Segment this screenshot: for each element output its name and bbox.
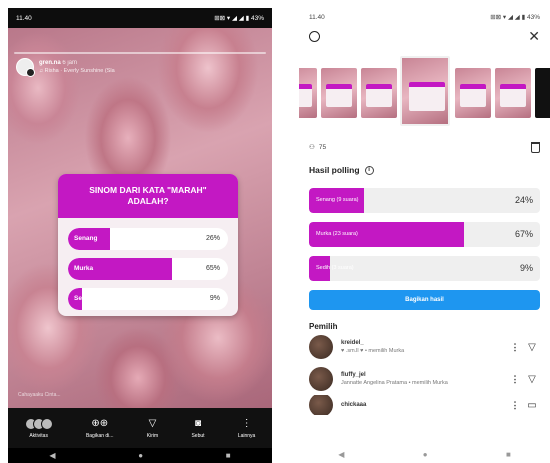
poll-option[interactable]: Sedih 9% bbox=[68, 288, 228, 310]
more-vertical-icon[interactable]: ⋮ bbox=[506, 342, 524, 353]
recents-icon[interactable]: ■ bbox=[506, 450, 511, 459]
poll-result-percent: 24% bbox=[514, 195, 533, 205]
poll-result-percent: 67% bbox=[514, 229, 533, 239]
top-bar: ✕ bbox=[299, 26, 550, 46]
more-vertical-icon: ⋮ bbox=[241, 417, 252, 429]
recents-icon[interactable]: ■ bbox=[226, 451, 231, 460]
poll-question: SINOM DARI KATA "MARAH" ADALAH? bbox=[58, 174, 238, 218]
avatar[interactable] bbox=[309, 335, 333, 359]
back-icon[interactable]: ◀ bbox=[338, 450, 344, 459]
send-icon[interactable]: ▽ bbox=[524, 342, 540, 353]
status-icons: ⊞⊠ ▾ ◢ ◢ ▮ 43% bbox=[214, 15, 264, 22]
story-caption: Cahayaaku Cinta... bbox=[18, 392, 61, 398]
poll-option[interactable]: Murka 65% bbox=[68, 258, 228, 280]
system-nav-bar: ◀ ● ■ bbox=[8, 448, 272, 463]
status-time: 11.40 bbox=[16, 14, 32, 22]
status-time: 11.40 bbox=[309, 13, 325, 21]
story-thumbnail[interactable] bbox=[321, 68, 357, 118]
poll-result-percent: 9% bbox=[519, 263, 533, 273]
viewer-avatars-icon bbox=[24, 417, 53, 430]
mention-button[interactable]: ◙ Sebut bbox=[191, 418, 204, 439]
poll-sticker[interactable]: SINOM DARI KATA "MARAH" ADALAH? Senang 2… bbox=[58, 174, 238, 316]
activity-label: Aktivitas bbox=[29, 432, 48, 439]
trash-icon[interactable] bbox=[531, 141, 540, 153]
poll-results-header: Hasil polling i bbox=[299, 160, 550, 180]
home-icon[interactable]: ● bbox=[423, 450, 428, 459]
share-icon: ⊕⊕ bbox=[91, 417, 109, 429]
poll-result-row[interactable]: Sedih (3 suara) 9% bbox=[309, 256, 540, 281]
poll-results-screen: 11.40 ⊞⊠ ▾ ◢ ◢ ▮ 43% ✕ ⚇ 75 Hasil pollin… bbox=[299, 8, 550, 463]
status-bar: 11.40 ⊞⊠ ▾ ◢ ◢ ▮ 43% bbox=[299, 8, 550, 26]
viewers-count-value: 75 bbox=[318, 143, 327, 151]
story-progress-bar bbox=[14, 52, 266, 54]
voter-name: kreidel_ bbox=[341, 340, 364, 346]
settings-icon[interactable] bbox=[309, 30, 320, 42]
story-thumbnail[interactable] bbox=[361, 68, 397, 118]
avatar[interactable] bbox=[16, 58, 35, 77]
poll-result-label: Murka (23 suara) bbox=[316, 231, 358, 237]
story-username[interactable]: gren.na bbox=[39, 60, 61, 66]
share-label: Bagikan di... bbox=[85, 432, 114, 439]
more-button[interactable]: ⋮ Lainnya bbox=[238, 418, 256, 439]
mention-icon: ◙ bbox=[194, 417, 202, 429]
back-icon[interactable]: ◀ bbox=[49, 451, 55, 460]
add-story-thumbnail[interactable] bbox=[535, 68, 550, 118]
poll-option[interactable]: Senang 26% bbox=[68, 228, 228, 250]
poll-result-label: Sedih (3 suara) bbox=[316, 265, 354, 271]
poll-option-percent: 26% bbox=[205, 235, 220, 242]
poll-result-row[interactable]: Senang (9 suara) 24% bbox=[309, 188, 540, 213]
send-button[interactable]: ▽ Kirim bbox=[147, 418, 158, 439]
avatar[interactable] bbox=[309, 395, 333, 415]
info-icon[interactable]: i bbox=[364, 165, 374, 175]
voter-row[interactable]: kreidel_ ♥ .sm.ll ♥ • memilih Murka ⋮ ▽ bbox=[299, 331, 550, 363]
voter-row[interactable]: fluffy_jel Jannatte Angelina Pratama • m… bbox=[299, 363, 550, 395]
system-nav-bar: ◀ ● ■ bbox=[299, 445, 550, 463]
poll-result-label: Senang (9 suara) bbox=[316, 197, 359, 203]
poll-results-list: Senang (9 suara) 24% Murka (23 suara) 67… bbox=[299, 180, 550, 281]
poll-option-percent: 65% bbox=[205, 265, 220, 272]
send-icon[interactable]: ▭ bbox=[524, 400, 540, 411]
story-viewer-screen: 11.40 ⊞⊠ ▾ ◢ ◢ ▮ 43% gren.na 6 jam ♫ Ris… bbox=[8, 8, 272, 463]
share-results-button[interactable]: Bagikan hasil bbox=[309, 290, 540, 310]
poll-option-label: Murka bbox=[74, 265, 94, 272]
send-label: Kirim bbox=[146, 432, 159, 439]
more-vertical-icon[interactable]: ⋮ bbox=[506, 374, 524, 385]
poll-result-row[interactable]: Murka (23 suara) 67% bbox=[309, 222, 540, 247]
poll-results-title: Hasil polling bbox=[309, 165, 360, 175]
mention-label: Sebut bbox=[191, 432, 205, 439]
share-button[interactable]: ⊕⊕ Bagikan di... bbox=[86, 418, 114, 439]
story-thumbnail[interactable] bbox=[455, 68, 491, 118]
voter-subtitle: ♥ .sm.ll ♥ • memilih Murka bbox=[341, 348, 405, 354]
close-icon[interactable]: ✕ bbox=[528, 29, 540, 43]
story-thumbnail[interactable] bbox=[299, 68, 317, 118]
voter-name: fluffy_jel bbox=[341, 372, 366, 378]
voter-row[interactable]: chickaaa ⋮ ▭ bbox=[299, 395, 550, 415]
story-music[interactable]: ♫ Risha · Everly Sunshine (Sla bbox=[39, 67, 115, 75]
avatar[interactable] bbox=[309, 367, 333, 391]
send-icon: ▽ bbox=[148, 417, 157, 429]
story-time-ago: 6 jam bbox=[62, 60, 78, 66]
status-icons: ⊞⊠ ▾ ◢ ◢ ▮ 43% bbox=[490, 14, 540, 21]
activity-button[interactable]: Aktivitas bbox=[24, 417, 53, 439]
story-toolbar: Aktivitas ⊕⊕ Bagikan di... ▽ Kirim ◙ Seb… bbox=[8, 408, 272, 448]
status-bar: 11.40 ⊞⊠ ▾ ◢ ◢ ▮ 43% bbox=[8, 8, 272, 28]
poll-option-label: Sedih bbox=[74, 295, 92, 302]
viewers-icon: ⚇ bbox=[309, 144, 315, 151]
voter-subtitle: Jannatte Angelina Pratama • memilih Murk… bbox=[341, 380, 448, 386]
story-thumbnail[interactable] bbox=[495, 68, 531, 118]
story-header: gren.na 6 jam ♫ Risha · Everly Sunshine … bbox=[16, 58, 115, 77]
story-image[interactable]: gren.na 6 jam ♫ Risha · Everly Sunshine … bbox=[8, 28, 272, 408]
story-thumbnail-selected[interactable] bbox=[400, 56, 450, 126]
more-vertical-icon[interactable]: ⋮ bbox=[506, 400, 524, 411]
poll-option-percent: 9% bbox=[209, 295, 220, 302]
send-icon[interactable]: ▽ bbox=[524, 374, 540, 385]
more-label: Lainnya bbox=[237, 432, 256, 439]
voters-title: Pemilih bbox=[309, 322, 338, 331]
poll-option-label: Senang bbox=[74, 235, 98, 242]
viewers-count[interactable]: ⚇ 75 bbox=[309, 143, 327, 152]
home-icon[interactable]: ● bbox=[138, 451, 143, 460]
story-thumbnails bbox=[299, 56, 550, 128]
voter-name: chickaaa bbox=[341, 402, 367, 408]
